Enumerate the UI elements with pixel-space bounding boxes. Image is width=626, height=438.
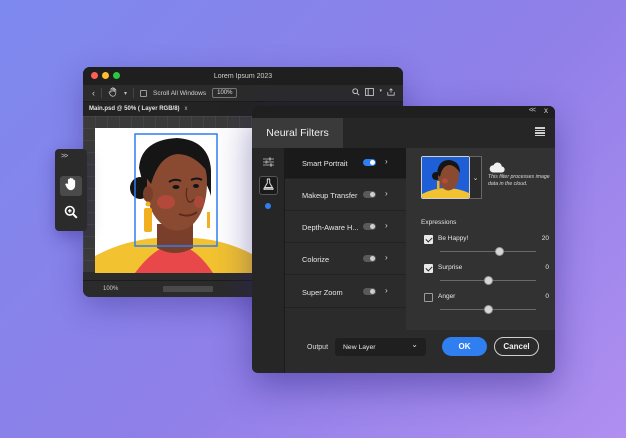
expression-slider-handle[interactable] (483, 276, 493, 285)
flask-icon (263, 177, 274, 195)
expand-toolbar-button[interactable]: >> (61, 153, 68, 160)
chevron-right-icon[interactable]: › (385, 189, 388, 198)
search-icon[interactable] (352, 88, 361, 98)
panel-header: Neural Filters (252, 118, 555, 148)
toolbar-right-icons: ▾ (352, 88, 395, 98)
ok-button[interactable]: OK (442, 337, 487, 356)
filter-toggle[interactable] (363, 288, 376, 295)
filter-item-label: Makeup Transfer (302, 190, 358, 200)
expression-checkbox[interactable] (424, 235, 433, 244)
filter-item-makeup-transfer[interactable]: Makeup Transfer › (285, 180, 406, 211)
chevron-down-icon: ⌄ (411, 340, 418, 349)
panel-body: Smart Portrait › Makeup Transfer › Depth… (252, 148, 555, 373)
workspace-chevron-icon[interactable]: ▾ (379, 88, 382, 98)
face-thumbnail-image (422, 157, 469, 198)
hand-tool-icon[interactable] (108, 87, 118, 99)
filter-item-depth-aware-haze[interactable]: Depth-Aware H... › (285, 212, 406, 243)
scroll-all-checkbox[interactable] (140, 89, 148, 97)
workspace-icon[interactable] (365, 88, 375, 98)
zoom-field[interactable]: 100% (212, 88, 238, 98)
hand-tool-button[interactable] (60, 176, 82, 196)
editor-title: Lorem Ipsum 2023 (213, 72, 273, 80)
document-artboard[interactable] (95, 128, 252, 273)
window-controls (91, 72, 120, 79)
face-select-dropdown[interactable]: ⌄ (470, 156, 482, 199)
cloud-processing-note: This filter processes image data in the … (488, 174, 550, 187)
cancel-button[interactable]: Cancel (494, 337, 539, 356)
filter-item-super-zoom[interactable]: Super Zoom › (285, 277, 406, 308)
beta-filters-category-button[interactable] (259, 176, 278, 195)
sliders-icon (263, 154, 274, 172)
scroll-all-label: Scroll All Windows (153, 89, 207, 97)
document-tab-close-button[interactable]: x (185, 106, 188, 112)
expression-row-be-happy: Be Happy! 20 (424, 235, 549, 265)
expression-slider-handle[interactable] (483, 305, 493, 314)
filter-item-label: Depth-Aware H... (302, 222, 359, 232)
share-icon[interactable] (387, 88, 395, 98)
output-select-value: New Layer (343, 343, 376, 351)
toolbar-divider (133, 88, 135, 98)
panel-menu-icon[interactable] (535, 127, 545, 136)
expression-row-surprise: Surprise 0 (424, 264, 549, 294)
expression-checkbox[interactable] (424, 264, 433, 273)
filter-toggle[interactable] (363, 191, 376, 198)
expression-slider-handle[interactable] (495, 247, 505, 256)
back-chevron-icon[interactable]: ‹ (92, 88, 95, 98)
tool-palette: >> (55, 149, 87, 231)
chevron-right-icon[interactable]: › (385, 286, 388, 295)
editor-title-bar: Lorem Ipsum 2023 (83, 67, 403, 85)
filter-item-label: Super Zoom (302, 287, 343, 297)
toolbar-divider (101, 88, 102, 98)
portrait-illustration (95, 133, 252, 273)
horizontal-scrollbar[interactable] (163, 286, 213, 292)
filter-toggle[interactable] (363, 255, 376, 262)
panel-footer: Output New Layer ⌄ OK Cancel (285, 330, 555, 373)
filter-item-colorize[interactable]: Colorize › (285, 244, 406, 275)
sliders-category-button[interactable] (259, 153, 278, 172)
output-select[interactable]: New Layer ⌄ (335, 338, 426, 356)
zoom-icon (64, 205, 78, 224)
minimize-window-button[interactable] (102, 72, 109, 79)
output-label: Output (307, 344, 329, 351)
zoom-tool-button[interactable] (60, 204, 82, 224)
panel-title-tab[interactable]: Neural Filters (252, 118, 343, 148)
panel-top-bar: << x (252, 106, 555, 118)
chevron-down-icon: ⌄ (472, 174, 479, 182)
filter-item-label: Colorize (302, 254, 330, 264)
expression-row-anger: Anger 0 (424, 293, 549, 323)
filter-item-label: Smart Portrait (302, 158, 348, 168)
face-thumbnail[interactable] (421, 156, 470, 199)
expression-value: 0 (545, 293, 549, 300)
status-zoom: 100% (103, 286, 119, 292)
collapse-panel-button[interactable]: << (529, 107, 536, 114)
neural-filters-panel: << x Neural Filters Smart Portrait › Mak… (252, 106, 555, 373)
chevron-right-icon[interactable]: › (385, 221, 388, 230)
filter-toggle[interactable] (363, 223, 376, 230)
options-toolbar: ‹ ▾ Scroll All Windows 100% ▾ (83, 85, 403, 102)
close-panel-button[interactable]: x (544, 106, 548, 115)
expression-label: Be Happy! (438, 235, 469, 242)
chevron-right-icon[interactable]: › (385, 253, 388, 262)
maximize-window-button[interactable] (113, 72, 120, 79)
expression-checkbox[interactable] (424, 293, 433, 302)
filter-item-smart-portrait[interactable]: Smart Portrait › (285, 148, 406, 179)
filter-category-rail (252, 148, 285, 373)
expression-label: Surprise (438, 264, 463, 271)
category-indicator-dot (265, 203, 271, 209)
document-tab[interactable]: Main.psd @ 50% ( Layer RGB/8) (89, 106, 180, 112)
tool-preset-chevron-icon[interactable]: ▾ (124, 90, 127, 97)
expressions-heading: Expressions (421, 219, 457, 226)
chevron-right-icon[interactable]: › (385, 157, 388, 166)
expression-value: 20 (541, 235, 549, 242)
filter-toggle[interactable] (363, 159, 376, 166)
hand-icon (64, 177, 78, 196)
expression-slider-track[interactable] (440, 251, 536, 252)
expression-label: Anger (438, 293, 456, 300)
expression-value: 0 (545, 264, 549, 271)
close-window-button[interactable] (91, 72, 98, 79)
